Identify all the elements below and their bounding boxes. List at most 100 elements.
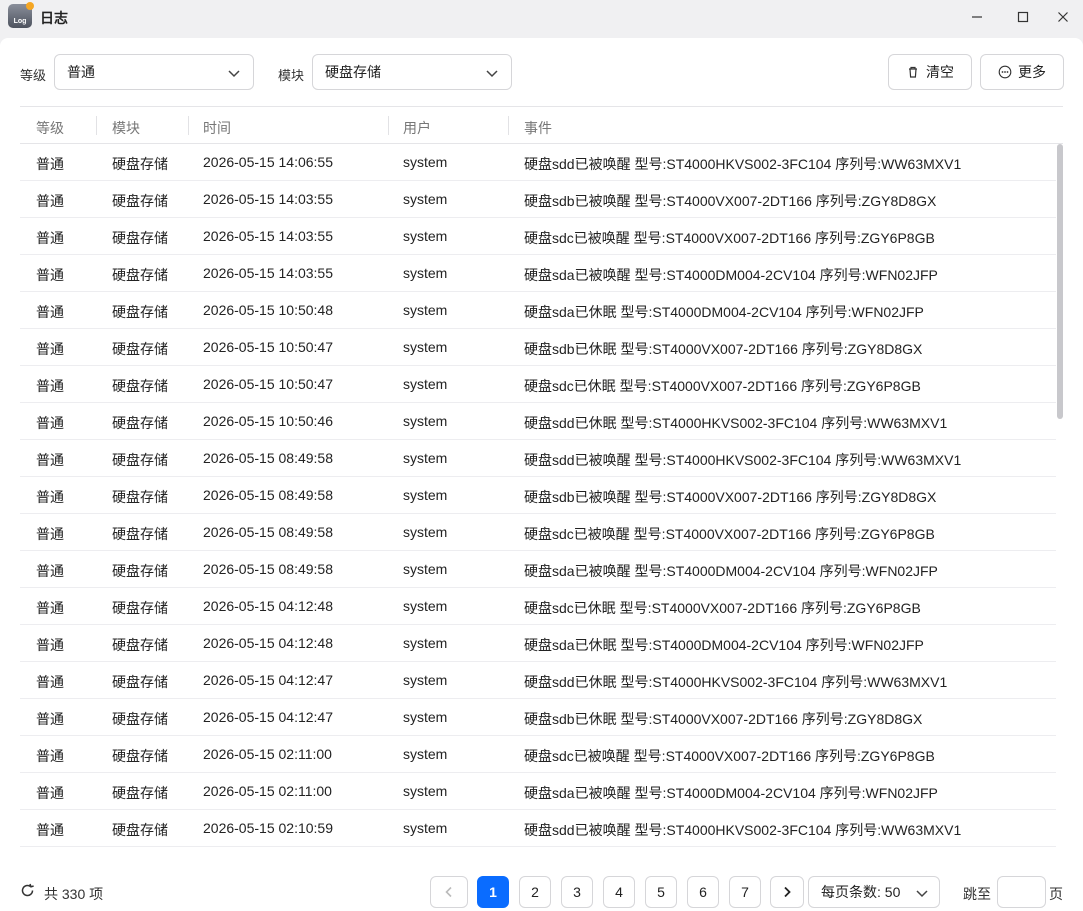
table-row[interactable]: 普通 硬盘存储 2026-05-15 04:12:47 system 硬盘sdd已休眠 … [20,662,1056,699]
table-row[interactable]: 普通 硬盘存储 2026-05-15 14:03:55 system 硬盘sdb已被唤醒… [20,181,1056,218]
pagination-bar: 共 330 项 1234567 每页条数: 50 跳至 页 [0,866,1083,911]
cell-time: 2026-05-15 02:10:59 [203,820,333,836]
cell-user: system [403,450,448,466]
cell-event: 硬盘sdd已被唤醒 型号:ST4000HKVS002-3FC104 序列号:WW… [524,156,962,172]
cell-user: system [403,561,448,577]
app-log-icon: Log [8,2,34,28]
cell-level: 普通 [36,674,64,690]
clear-button[interactable]: 清空 [888,54,972,90]
cell-time: 2026-05-15 04:12:48 [203,598,333,614]
module-select[interactable]: 硬盘存储 [312,54,512,90]
table-row[interactable]: 普通 硬盘存储 2026-05-15 14:03:55 system 硬盘sda已被唤醒… [20,255,1056,292]
cell-event: 硬盘sdb已休眠 型号:ST4000VX007-2DT166 序列号:ZGY8D… [524,711,923,727]
cell-user: system [403,783,448,799]
chevron-down-icon [916,890,928,898]
cell-time: 2026-05-15 08:49:58 [203,524,333,540]
page-unit-label: 页 [1049,886,1063,902]
cell-time: 2026-05-15 04:12:47 [203,672,333,688]
cell-event: 硬盘sda已被唤醒 型号:ST4000DM004-2CV104 序列号:WFN0… [524,785,938,801]
column-header-time[interactable]: 时间 [203,118,231,138]
table-row[interactable]: 普通 硬盘存储 2026-05-15 10:50:48 system 硬盘sda已休眠 … [20,292,1056,329]
cell-time: 2026-05-15 10:50:47 [203,376,333,392]
more-button[interactable]: 更多 [980,54,1064,90]
cell-module: 硬盘存储 [112,452,168,468]
page-button-4[interactable]: 4 [603,876,635,908]
table-row[interactable]: 普通 硬盘存储 2026-05-15 10:50:46 system 硬盘sdd已休眠 … [20,403,1056,440]
column-divider[interactable] [188,116,189,135]
table-row[interactable]: 普通 硬盘存储 2026-05-15 02:11:00 system 硬盘sdc已被唤醒… [20,736,1056,773]
page-button-3[interactable]: 3 [561,876,593,908]
table-row[interactable]: 普通 硬盘存储 2026-05-15 10:50:47 system 硬盘sdb已休眠 … [20,329,1056,366]
table-row[interactable]: 普通 硬盘存储 2026-05-15 10:50:47 system 硬盘sdc已休眠 … [20,366,1056,403]
refresh-icon[interactable] [20,883,35,898]
table-scrollbar[interactable] [1056,144,1064,860]
page-button-1[interactable]: 1 [477,876,509,908]
cell-module: 硬盘存储 [112,378,168,394]
page-button-7[interactable]: 7 [729,876,761,908]
cell-level: 普通 [36,748,64,764]
table-row[interactable]: 普通 硬盘存储 2026-05-15 04:12:48 system 硬盘sda已休眠 … [20,625,1056,662]
table-row[interactable]: 普通 硬盘存储 2026-05-15 02:10:59 system 硬盘sdd已被唤醒… [20,810,1056,847]
table-row[interactable]: 普通 硬盘存储 2026-05-15 04:12:48 system 硬盘sdc已休眠 … [20,588,1056,625]
cell-module: 硬盘存储 [112,526,168,542]
column-header-level[interactable]: 等级 [36,118,64,138]
cell-event: 硬盘sdb已休眠 型号:ST4000VX007-2DT166 序列号:ZGY8D… [524,341,923,357]
scrollbar-thumb[interactable] [1057,144,1063,419]
column-header-event[interactable]: 事件 [524,118,552,138]
cell-time: 2026-05-15 14:03:55 [203,228,333,244]
table-row[interactable]: 普通 硬盘存储 2026-05-15 04:12:47 system 硬盘sdb已休眠 … [20,699,1056,736]
module-filter-label: 模块 [278,68,305,83]
prev-page-button[interactable] [430,876,468,908]
page-button-2[interactable]: 2 [519,876,551,908]
cell-module: 硬盘存储 [112,600,168,616]
level-select-value: 普通 [67,64,95,80]
cell-event: 硬盘sda已休眠 型号:ST4000DM004-2CV104 序列号:WFN02… [524,304,924,320]
level-select[interactable]: 普通 [54,54,254,90]
page-size-value: 每页条数: 50 [821,884,901,900]
column-header-module[interactable]: 模块 [112,118,140,138]
cell-time: 2026-05-15 08:49:58 [203,487,333,503]
cell-user: system [403,191,448,207]
total-count: 共 330 项 [44,886,104,902]
cell-module: 硬盘存储 [112,193,168,209]
cell-module: 硬盘存储 [112,785,168,801]
cell-user: system [403,820,448,836]
cell-level: 普通 [36,526,64,542]
more-icon [998,65,1012,79]
cell-level: 普通 [36,637,64,653]
column-header-user[interactable]: 用户 [403,118,431,138]
close-button[interactable] [1040,0,1083,34]
table-row[interactable]: 普通 硬盘存储 2026-05-15 08:49:58 system 硬盘sda已被唤醒… [20,551,1056,588]
cell-user: system [403,598,448,614]
minimize-button[interactable] [954,0,1000,34]
table-row[interactable]: 普通 硬盘存储 2026-05-15 14:03:55 system 硬盘sdc已被唤醒… [20,218,1056,255]
cell-module: 硬盘存储 [112,822,168,838]
cell-time: 2026-05-15 14:06:55 [203,154,333,170]
column-divider[interactable] [96,116,97,135]
minimize-icon [972,16,982,18]
cell-module: 硬盘存储 [112,674,168,690]
cell-level: 普通 [36,822,64,838]
trash-icon [909,66,917,78]
cell-event: 硬盘sdb已被唤醒 型号:ST4000VX007-2DT166 序列号:ZGY8… [524,489,937,505]
cell-event: 硬盘sda已被唤醒 型号:ST4000DM004-2CV104 序列号:WFN0… [524,267,938,283]
table-row[interactable]: 普通 硬盘存储 2026-05-15 08:49:58 system 硬盘sdc已被唤醒… [20,514,1056,551]
page-size-select[interactable]: 每页条数: 50 [808,876,940,908]
next-page-button[interactable] [770,876,804,908]
cell-user: system [403,746,448,762]
level-filter-label: 等级 [20,68,47,83]
table-row[interactable]: 普通 硬盘存储 2026-05-15 02:11:00 system 硬盘sda已被唤醒… [20,773,1056,810]
table-row[interactable]: 普通 硬盘存储 2026-05-15 14:06:55 system 硬盘sdd已被唤醒… [20,144,1056,181]
column-divider[interactable] [388,116,389,135]
cell-module: 硬盘存储 [112,563,168,579]
table-row[interactable]: 普通 硬盘存储 2026-05-15 08:49:58 system 硬盘sdb已被唤醒… [20,477,1056,514]
cell-user: system [403,635,448,651]
jump-to-label: 跳至 [963,886,991,902]
jump-page-input[interactable] [997,876,1046,908]
page-button-6[interactable]: 6 [687,876,719,908]
cell-event: 硬盘sdc已被唤醒 型号:ST4000VX007-2DT166 序列号:ZGY6… [524,526,935,542]
column-divider[interactable] [508,116,509,135]
cell-user: system [403,709,448,725]
table-row[interactable]: 普通 硬盘存储 2026-05-15 08:49:58 system 硬盘sdd已被唤醒… [20,440,1056,477]
page-button-5[interactable]: 5 [645,876,677,908]
